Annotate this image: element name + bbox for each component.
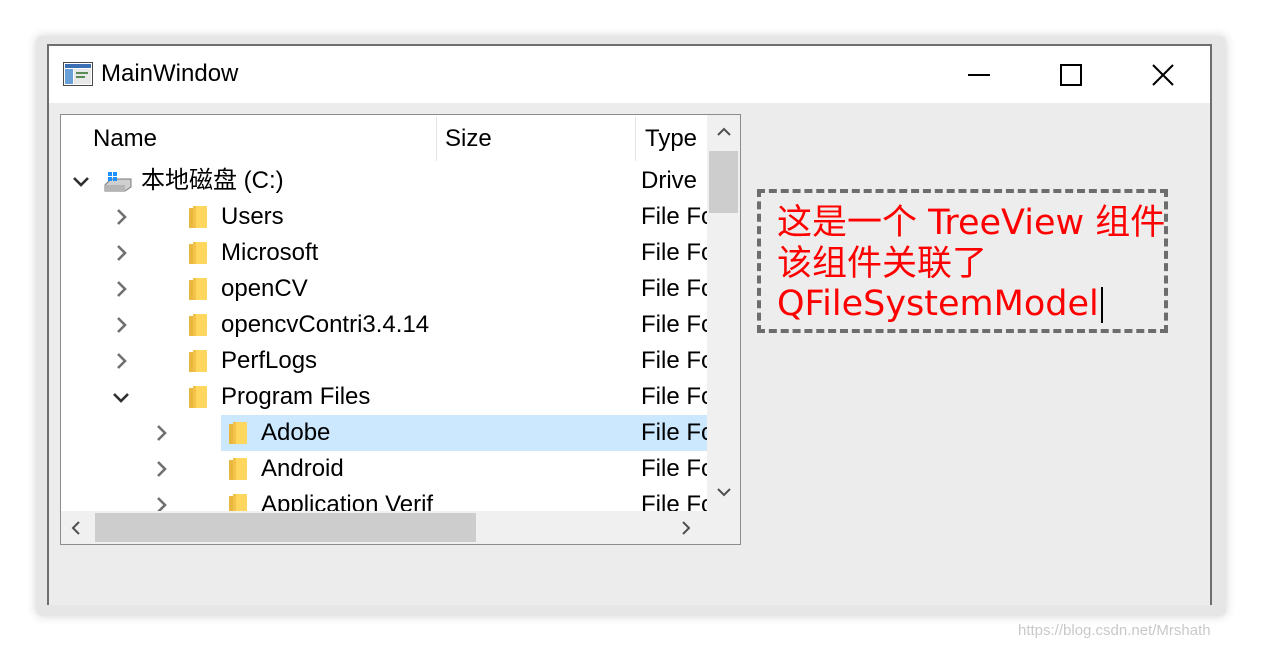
vertical-scrollbar[interactable] bbox=[707, 115, 740, 511]
tree-row[interactable]: openCV File Fo bbox=[61, 271, 707, 307]
text-caret bbox=[1100, 287, 1103, 323]
vertical-scroll-thumb[interactable] bbox=[709, 151, 738, 213]
tree-row-name: Users bbox=[221, 203, 284, 230]
tree-row[interactable]: Application Verif File Fo bbox=[61, 487, 707, 511]
chevron-right-icon[interactable] bbox=[149, 421, 173, 445]
folder-icon bbox=[189, 314, 207, 336]
tree-row-type: File Fo bbox=[641, 275, 707, 302]
folder-icon bbox=[229, 494, 247, 511]
watermark: https://blog.csdn.net/Mrshath bbox=[1018, 622, 1211, 639]
tree-row-name: openCV bbox=[221, 275, 308, 302]
annotation-box: 这是一个 TreeView 组件 该组件关联了 QFileSystemModel bbox=[757, 189, 1168, 333]
chevron-right-icon[interactable] bbox=[109, 349, 133, 373]
folder-icon bbox=[189, 278, 207, 300]
tree-row[interactable]: Microsoft File Fo bbox=[61, 235, 707, 271]
chevron-right-icon[interactable] bbox=[109, 205, 133, 229]
tree-row-type: File Fo bbox=[641, 419, 707, 446]
column-header-type[interactable]: Type bbox=[645, 115, 697, 163]
maximize-icon bbox=[1060, 64, 1082, 86]
column-header-name[interactable]: Name bbox=[93, 115, 157, 163]
scroll-corner bbox=[707, 511, 740, 544]
close-button[interactable] bbox=[1117, 46, 1209, 103]
tree-row[interactable]: Users File Fo bbox=[61, 199, 707, 235]
annotation-line-1: 这是一个 TreeView 组件 bbox=[777, 203, 1166, 243]
tree-row-type: File Fo bbox=[641, 383, 707, 410]
folder-icon bbox=[189, 206, 207, 228]
tree-row-type: File Fo bbox=[641, 311, 707, 338]
tree-row[interactable]: PerfLogs File Fo bbox=[61, 343, 707, 379]
tree-row-type: Drive bbox=[641, 167, 698, 194]
column-divider[interactable] bbox=[436, 117, 437, 161]
folder-icon bbox=[229, 458, 247, 480]
minimize-icon bbox=[968, 74, 990, 76]
horizontal-scrollbar[interactable] bbox=[61, 511, 707, 544]
app-icon bbox=[63, 62, 93, 86]
scroll-right-icon[interactable] bbox=[681, 521, 691, 535]
chevron-right-icon[interactable] bbox=[109, 313, 133, 337]
central-widget: Name Size Type 本地磁盘 (C:) Drive Users File F… bbox=[49, 103, 1210, 605]
scroll-up-icon[interactable] bbox=[717, 127, 731, 137]
minimize-button[interactable] bbox=[933, 46, 1025, 103]
tree-row[interactable]: opencvContri3.4.14 File Fo bbox=[61, 307, 707, 343]
annotation-line-3: QFileSystemModel bbox=[777, 284, 1103, 324]
tree-row-type: File Fo bbox=[641, 239, 707, 266]
tree-row[interactable]: Adobe File Fo bbox=[61, 415, 707, 451]
tree-row-name: opencvContri3.4.14 bbox=[221, 311, 430, 338]
chevron-right-icon[interactable] bbox=[109, 241, 133, 265]
chevron-down-icon[interactable] bbox=[69, 169, 93, 193]
tree-row-name: PerfLogs bbox=[221, 347, 318, 374]
folder-icon bbox=[189, 350, 207, 372]
chevron-down-icon[interactable] bbox=[109, 385, 133, 409]
scroll-left-icon[interactable] bbox=[71, 521, 81, 535]
scroll-down-icon[interactable] bbox=[717, 487, 731, 497]
tree-header: Name Size Type bbox=[61, 115, 707, 163]
tree-view[interactable]: Name Size Type 本地磁盘 (C:) Drive Users File F… bbox=[60, 114, 741, 545]
tree-row-name: Microsoft bbox=[221, 239, 319, 266]
annotation-line-2: 该组件关联了 bbox=[777, 244, 988, 284]
annotation-line-3-text: QFileSystemModel bbox=[777, 284, 1099, 324]
tree-row-type: File Fo bbox=[641, 491, 707, 511]
folder-icon bbox=[189, 242, 207, 264]
tree-row[interactable]: 本地磁盘 (C:) Drive bbox=[61, 163, 707, 199]
column-header-size[interactable]: Size bbox=[445, 115, 492, 163]
maximize-button[interactable] bbox=[1025, 46, 1117, 103]
tree-row-name: Application Verif bbox=[261, 491, 434, 511]
tree-row-type: File Fo bbox=[641, 455, 707, 482]
tree-row-name: Android bbox=[261, 455, 344, 482]
tree-row[interactable]: Android File Fo bbox=[61, 451, 707, 487]
tree-row-type: File Fo bbox=[641, 203, 707, 230]
tree-row-type: File Fo bbox=[641, 347, 707, 374]
close-icon bbox=[1152, 64, 1174, 86]
chevron-right-icon[interactable] bbox=[149, 457, 173, 481]
drive-icon bbox=[104, 172, 132, 192]
tree-row-name: Adobe bbox=[261, 419, 331, 446]
horizontal-scroll-thumb[interactable] bbox=[95, 513, 476, 542]
title-bar[interactable]: MainWindow bbox=[49, 46, 1210, 103]
tree-row[interactable]: Program Files File Fo bbox=[61, 379, 707, 415]
chevron-right-icon[interactable] bbox=[149, 493, 173, 511]
chevron-right-icon[interactable] bbox=[109, 277, 133, 301]
window-title: MainWindow bbox=[101, 60, 239, 87]
folder-icon bbox=[229, 422, 247, 444]
tree-row-name: Program Files bbox=[221, 383, 371, 410]
column-divider[interactable] bbox=[635, 117, 636, 161]
tree-rows: 本地磁盘 (C:) Drive Users File Fo Microsoft File … bbox=[61, 163, 707, 511]
folder-icon bbox=[189, 386, 207, 408]
tree-row-name: 本地磁盘 (C:) bbox=[141, 167, 284, 194]
